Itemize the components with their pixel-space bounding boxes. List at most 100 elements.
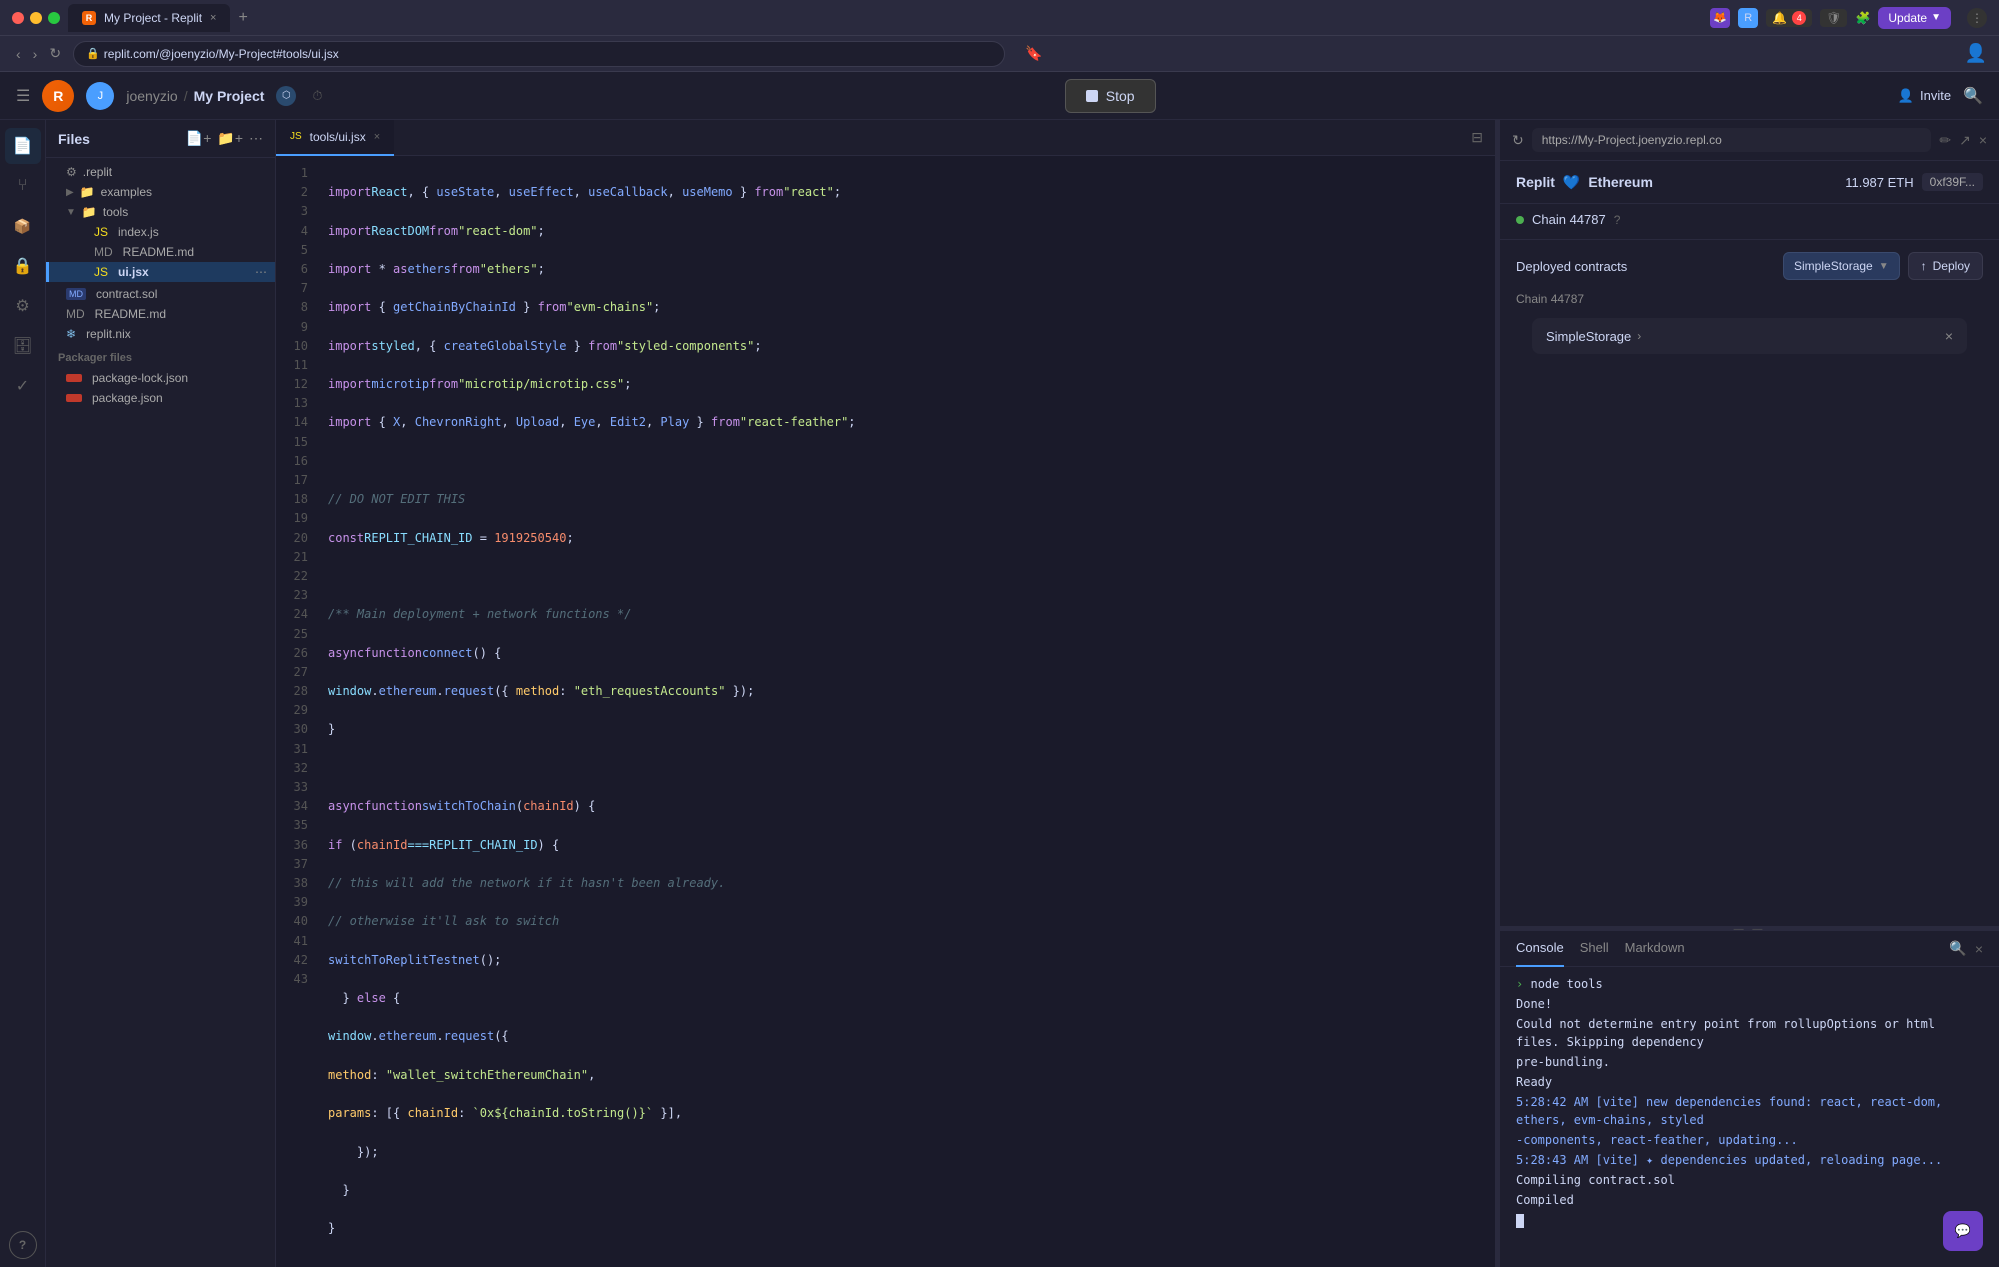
file-item-packagejson[interactable]: package.json <box>46 388 275 408</box>
console-line-vite3: 5:28:43 AM [vite] ✦ dependencies updated… <box>1516 1151 1983 1169</box>
profile-btn[interactable]: 👤 <box>1965 43 1987 64</box>
contract-dropdown-btn[interactable]: SimpleStorage ▼ <box>1783 252 1900 280</box>
pkg-icon-2 <box>66 394 82 402</box>
file-icon-replit: ⚙ <box>66 165 77 179</box>
file-icon-tools: 📁 <box>82 205 97 219</box>
file-item-indexjs[interactable]: JS index.js <box>46 222 275 242</box>
history-btn[interactable]: ⏱ <box>312 88 322 104</box>
bookmark-btn[interactable]: 🔖 <box>1025 45 1042 62</box>
console-line-compile1: Compiling contract.sol <box>1516 1171 1983 1189</box>
right-panel-edit-btn[interactable]: ✏ <box>1939 132 1951 149</box>
extension-puzzle[interactable]: 🧩 <box>1855 11 1870 25</box>
tab-close-btn[interactable]: × <box>210 12 216 24</box>
dropdown-arrow-icon: ▼ <box>1879 261 1889 272</box>
file-item-replitníx[interactable]: ❄ replit.nix <box>46 324 275 344</box>
sidebar-git-icon[interactable]: ⑂ <box>5 168 41 204</box>
tab-title: My Project - Replit <box>104 11 202 25</box>
right-panel-open-btn[interactable]: ↗ <box>1959 132 1971 149</box>
extension-shield[interactable]: 🛡 <box>1820 9 1847 27</box>
minimize-window-btn[interactable] <box>30 12 42 24</box>
editor-split-btn[interactable]: ⊟ <box>1467 125 1487 150</box>
editor-tab-uijsx[interactable]: JS tools/ui.jsx × <box>276 120 394 156</box>
file-icon-readme-root: MD <box>66 307 85 321</box>
file-item-uijsx[interactable]: JS ui.jsx ⋯ <box>46 262 275 282</box>
new-tab-btn[interactable]: + <box>238 9 247 27</box>
browser-tab-active[interactable]: R My Project - Replit × <box>68 4 230 32</box>
right-panel-close-btn[interactable]: × <box>1979 132 1987 148</box>
close-window-btn[interactable] <box>12 12 24 24</box>
file-icon-examples: 📁 <box>80 185 95 199</box>
console-tab-shell[interactable]: Shell <box>1580 931 1609 967</box>
sidebar-secrets-icon[interactable]: 🔒 <box>5 248 41 284</box>
breadcrumb-project[interactable]: My Project <box>194 88 265 104</box>
console-tab-console[interactable]: Console <box>1516 931 1564 967</box>
address-bar-input[interactable]: 🔒 replit.com/@joenyzio/My-Project#tools/… <box>73 41 1005 67</box>
contract-item[interactable]: SimpleStorage › × <box>1532 318 1967 354</box>
console-close-btn[interactable]: × <box>1975 940 1983 957</box>
extension-replit[interactable]: R <box>1738 8 1758 28</box>
new-folder-btn[interactable]: 📁+ <box>217 130 243 147</box>
nav-refresh-btn[interactable]: ↻ <box>45 41 65 66</box>
extension-notifications[interactable]: 🔔4 <box>1766 9 1812 27</box>
sidebar-help-icon[interactable]: ? <box>9 1231 37 1259</box>
code-content[interactable]: import React, { useState, useEffect, use… <box>316 156 1495 1267</box>
console-search-btn[interactable]: 🔍 <box>1949 940 1966 957</box>
sidebar-database-icon[interactable]: 🗄 <box>5 328 41 364</box>
lock-icon: 🔒 <box>86 47 100 60</box>
breadcrumb-username[interactable]: joenyzio <box>126 88 177 104</box>
console-line-1: › node tools <box>1516 975 1983 993</box>
user-avatar[interactable]: J <box>86 82 114 110</box>
file-item-tools[interactable]: ▼ 📁 tools <box>46 202 275 222</box>
chat-btn[interactable]: 💬 <box>1943 1211 1983 1251</box>
extension-metamask[interactable]: 🦊 <box>1710 8 1730 28</box>
file-icon-indexjs: JS <box>94 225 108 239</box>
header-right: 👤 Invite 🔍 <box>1898 86 1983 106</box>
file-panel-title: Files <box>58 131 90 147</box>
nav-forward-btn[interactable]: › <box>29 41 42 66</box>
chain-help-btn[interactable]: ? <box>1614 213 1621 227</box>
console-tab-markdown[interactable]: Markdown <box>1625 931 1685 967</box>
sidebar-packages-icon[interactable]: 📦 <box>5 208 41 244</box>
search-btn[interactable]: 🔍 <box>1963 86 1983 106</box>
file-panel-header: Files 📄+ 📁+ ⋯ <box>46 120 275 158</box>
contract-close-btn[interactable]: × <box>1945 328 1953 344</box>
file-panel-more-btn[interactable]: ⋯ <box>249 130 263 147</box>
console-line-done: Done! <box>1516 995 1983 1013</box>
editor-tabs: JS tools/ui.jsx × ⊟ <box>276 120 1495 156</box>
editor-area: JS tools/ui.jsx × ⊟ 12345 678910 1112131… <box>276 120 1495 1267</box>
browser-menu-btn[interactable]: ⋮ <box>1967 8 1987 28</box>
contract-selector: SimpleStorage ▼ ↑ Deploy <box>1783 252 1983 280</box>
eth-address[interactable]: 0xf39F... <box>1922 173 1983 191</box>
sidebar-check-icon[interactable]: ✓ <box>5 368 41 404</box>
chain-status-dot <box>1516 216 1524 224</box>
new-file-btn[interactable]: 📄+ <box>186 130 212 147</box>
sidebar-settings-icon[interactable]: ⚙ <box>5 288 41 324</box>
right-panel-url[interactable]: https://My-Project.joenyzio.repl.co <box>1532 128 1932 152</box>
file-item-examples[interactable]: ▶ 📁 examples <box>46 182 275 202</box>
right-panel-refresh-btn[interactable]: ↻ <box>1512 132 1524 149</box>
maximize-window-btn[interactable] <box>48 12 60 24</box>
invite-btn[interactable]: 👤 Invite <box>1898 88 1951 104</box>
hamburger-menu[interactable]: ☰ <box>16 86 30 106</box>
deployed-title: Deployed contracts <box>1516 259 1627 274</box>
right-panel-url-bar: ↻ https://My-Project.joenyzio.repl.co ✏ … <box>1500 120 1999 161</box>
file-item-packagelockjson[interactable]: package-lock.json <box>46 368 275 388</box>
file-item-readme-tools[interactable]: MD README.md <box>46 242 275 262</box>
right-panel: ↻ https://My-Project.joenyzio.repl.co ✏ … <box>1499 120 1999 1267</box>
replit-logo: R <box>42 80 74 112</box>
file-item-readme-root[interactable]: MD README.md <box>46 304 275 324</box>
editor-tab-close-btn[interactable]: × <box>374 131 380 143</box>
chain-badge[interactable]: ⬡ <box>276 86 296 106</box>
file-item-contractsol[interactable]: MD contract.sol <box>46 284 275 304</box>
sidebar-files-icon[interactable]: 📄 <box>5 128 41 164</box>
deploy-btn[interactable]: ↑ Deploy <box>1908 252 1983 280</box>
file-icon-uijsx: JS <box>94 265 108 279</box>
heart-icon: 💙 <box>1563 174 1580 191</box>
file-panel: Files 📄+ 📁+ ⋯ ⚙ .replit ▶ 📁 examples <box>46 120 276 1267</box>
address-bar-actions: 🔖 <box>1025 45 1042 62</box>
nav-back-btn[interactable]: ‹ <box>12 41 25 66</box>
stop-btn[interactable]: Stop <box>1065 79 1156 113</box>
file-item-replit[interactable]: ⚙ .replit <box>46 162 275 182</box>
update-extension-btn[interactable]: Update ▼ <box>1878 7 1951 29</box>
file-context-menu-btn[interactable]: ⋯ <box>255 265 267 279</box>
